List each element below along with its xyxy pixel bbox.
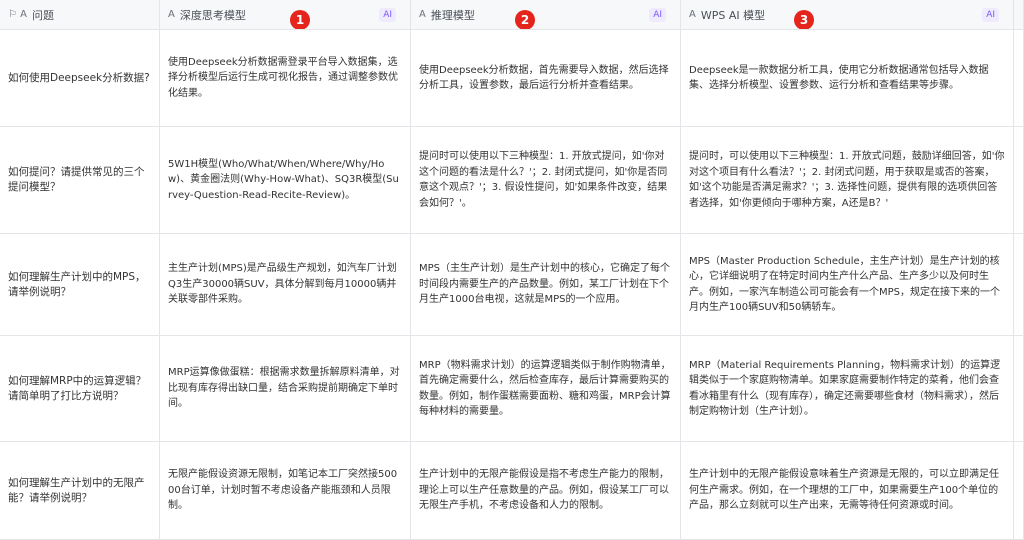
reason-model-answer-cell[interactable]: 提问时可以使用以下三种模型：1. 开放式提问，如'你对这个问题的看法是什么？'；… [411,127,681,234]
column-header-reason-model[interactable]: A 推理模型 2 AI [411,0,681,30]
row-edge [1014,336,1024,442]
column-header-deep-model[interactable]: A 深度思考模型 1 AI [160,0,411,30]
annotation-badge: 3 [794,10,814,29]
deep-model-answer-cell[interactable]: 5W1H模型(Who/What/When/Where/Why/How)、黄金圈法… [160,127,411,234]
ai-tag[interactable]: AI [379,8,396,22]
flag-text-icon: ⚐ A [8,9,27,20]
column-header-edge [1014,0,1024,30]
question-cell[interactable]: 如何理解生产计划中的MPS，请举例说明？ [0,234,160,336]
column-header-question[interactable]: ⚐ A 问题 [0,0,160,30]
wps-model-answer-cell[interactable]: MRP（Material Requirements Planning，物料需求计… [681,336,1014,442]
deep-model-answer-cell[interactable]: MRP运算像做蛋糕：根据需求数量拆解原料清单，对比现有库存得出缺口量，结合采购提… [160,336,411,442]
ai-tag[interactable]: AI [982,8,999,22]
column-header-label: 问题 [31,8,54,22]
reason-model-answer-cell[interactable]: MRP（物料需求计划）的运算逻辑类似于制作购物清单，首先确定需要什么，然后检查库… [411,336,681,442]
wps-model-answer-cell[interactable]: 生产计划中的无限产能假设意味着生产资源是无限的，可以立即满足任何生产需求。例如，… [681,442,1014,540]
deep-model-answer-cell[interactable]: 使用Deepseek分析数据需登录平台导入数据集，选择分析模型后运行生成可视化报… [160,30,411,127]
column-header-label: 推理模型 [430,8,475,22]
reason-model-answer-cell[interactable]: 生产计划中的无限产能假设是指不考虑生产能力的限制，理论上可以生产任意数量的产品。… [411,442,681,540]
text-field-icon: A [689,9,696,20]
question-cell[interactable]: 如何理解生产计划中的无限产能？请举例说明？ [0,442,160,540]
question-cell[interactable]: 如何提问？请提供常见的三个提问模型？ [0,127,160,234]
reason-model-answer-cell[interactable]: MPS（主生产计划）是生产计划中的核心，它确定了每个时间段内需要生产的产品数量。… [411,234,681,336]
annotation-badge: 1 [290,10,310,29]
wps-model-answer-cell[interactable]: MPS（Master Production Schedule，主生产计划）是生产… [681,234,1014,336]
wps-model-answer-cell[interactable]: 提问时，可以使用以下三种模型：1. 开放式问题，鼓励详细回答，如'你对这个项目有… [681,127,1014,234]
ai-tag[interactable]: AI [649,8,666,22]
annotation-badge: 2 [515,10,535,29]
row-edge [1014,442,1024,540]
text-field-icon: A [419,9,426,20]
row-edge [1014,234,1024,336]
text-field-icon: A [168,9,175,20]
ai-comparison-table: ⚐ A 问题 A 深度思考模型 1 AI A 推理模型 2 AI A WPS A… [0,0,1024,540]
question-cell[interactable]: 如何使用Deepseek分析数据? [0,30,160,127]
column-header-label: 深度思考模型 [179,8,246,22]
question-cell[interactable]: 如何理解MRP中的运算逻辑？请简单明了打比方说明？ [0,336,160,442]
row-edge [1014,30,1024,127]
column-header-label: WPS AI 模型 [700,8,766,22]
column-header-wps-model[interactable]: A WPS AI 模型 3 AI [681,0,1014,30]
wps-model-answer-cell[interactable]: Deepseek是一款数据分析工具，使用它分析数据通常包括导入数据集、选择分析模… [681,30,1014,127]
deep-model-answer-cell[interactable]: 无限产能假设资源无限制，如笔记本工厂突然接50000台订单，计划时暂不考虑设备产… [160,442,411,540]
reason-model-answer-cell[interactable]: 使用Deepseek分析数据，首先需要导入数据，然后选择分析工具，设置参数，最后… [411,30,681,127]
row-edge [1014,127,1024,234]
deep-model-answer-cell[interactable]: 主生产计划(MPS)是产品级生产规划，如汽车厂计划Q3生产30000辆SUV，具… [160,234,411,336]
